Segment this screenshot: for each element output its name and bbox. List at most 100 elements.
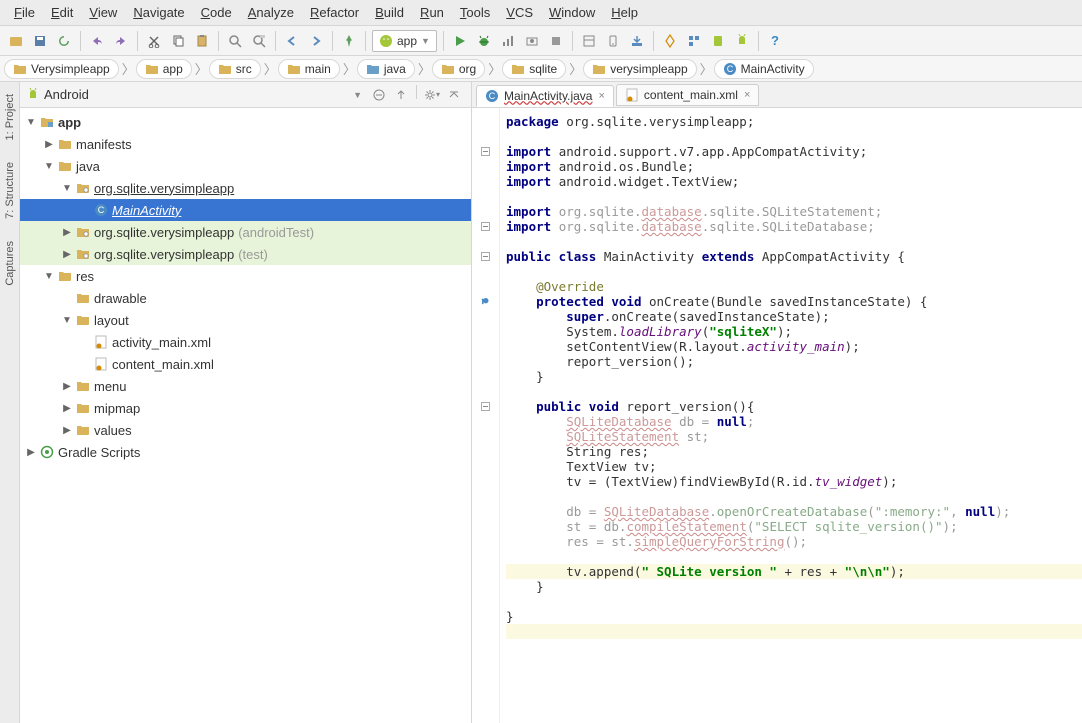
code-line[interactable]: import android.support.v7.app.AppCompatA… — [506, 144, 1082, 159]
layout-icon[interactable] — [578, 30, 600, 52]
debug-icon[interactable] — [473, 30, 495, 52]
menu-analyze[interactable]: Analyze — [240, 5, 302, 20]
tree-node-content-main-xml[interactable]: content_main.xml — [20, 353, 471, 375]
close-tab-icon[interactable]: × — [598, 90, 604, 102]
tool-tab-project[interactable]: 1: Project — [2, 86, 18, 148]
device-manager-icon[interactable] — [707, 30, 729, 52]
undo-icon[interactable] — [86, 30, 108, 52]
stop-icon[interactable] — [545, 30, 567, 52]
breadcrumb-mainactivity[interactable]: CMainActivity — [714, 59, 814, 79]
code-line[interactable]: res = st.simpleQueryForString(); — [506, 534, 1082, 549]
code-line[interactable]: package org.sqlite.verysimpleapp; — [506, 114, 1082, 129]
menu-code[interactable]: Code — [193, 5, 240, 20]
breadcrumb-app[interactable]: app — [136, 59, 192, 79]
menu-file[interactable]: File — [6, 5, 43, 20]
code-line[interactable]: import org.sqlite.database.sqlite.SQLite… — [506, 219, 1082, 234]
code-line[interactable] — [506, 489, 1082, 504]
profile-icon[interactable] — [497, 30, 519, 52]
code-line[interactable]: st = db.compileStatement("SELECT sqlite_… — [506, 519, 1082, 534]
run-config-selector[interactable]: app ▼ — [372, 30, 437, 52]
menu-run[interactable]: Run — [412, 5, 452, 20]
tree-node-mainactivity[interactable]: CMainActivity — [20, 199, 471, 221]
code-line[interactable]: @Override — [506, 279, 1082, 294]
menu-edit[interactable]: Edit — [43, 5, 81, 20]
code-line[interactable]: TextView tv; — [506, 459, 1082, 474]
copy-icon[interactable] — [167, 30, 189, 52]
breadcrumb-verysimpleapp[interactable]: Verysimpleapp — [4, 59, 119, 79]
make-icon[interactable] — [338, 30, 360, 52]
code-body[interactable]: package org.sqlite.verysimpleapp; import … — [500, 108, 1082, 723]
code-line[interactable]: super.onCreate(savedInstanceState); — [506, 309, 1082, 324]
code-line[interactable] — [506, 189, 1082, 204]
code-line[interactable]: report_version(); — [506, 354, 1082, 369]
menu-vcs[interactable]: VCS — [498, 5, 541, 20]
code-line[interactable]: setContentView(R.layout.activity_main); — [506, 339, 1082, 354]
code-line[interactable] — [506, 264, 1082, 279]
code-line[interactable]: String res; — [506, 444, 1082, 459]
code-line[interactable]: public class MainActivity extends AppCom… — [506, 249, 1082, 264]
sync-icon[interactable] — [53, 30, 75, 52]
code-line[interactable]: tv = (TextView)findViewById(R.id.tv_widg… — [506, 474, 1082, 489]
menu-view[interactable]: View — [81, 5, 125, 20]
tree-node-activity-main-xml[interactable]: activity_main.xml — [20, 331, 471, 353]
save-icon[interactable] — [29, 30, 51, 52]
sdk-manager-icon[interactable] — [626, 30, 648, 52]
code-line[interactable]: db = SQLiteDatabase.openOrCreateDatabase… — [506, 504, 1082, 519]
collapse-all-icon[interactable] — [369, 85, 389, 105]
code-editor[interactable]: ⬆● package org.sqlite.verysimpleapp;impo… — [472, 108, 1082, 723]
code-line[interactable]: SQLiteDatabase db = null; — [506, 414, 1082, 429]
code-line[interactable]: tv.append(" SQLite version " + res + "\n… — [506, 564, 1082, 579]
tool-tab-captures[interactable]: Captures — [2, 233, 18, 294]
android-logo-icon[interactable] — [731, 30, 753, 52]
code-line[interactable]: import org.sqlite.database.sqlite.SQLite… — [506, 204, 1082, 219]
find-icon[interactable] — [224, 30, 246, 52]
menu-help[interactable]: Help — [603, 5, 646, 20]
menu-refactor[interactable]: Refactor — [302, 5, 367, 20]
code-line[interactable]: protected void onCreate(Bundle savedInst… — [506, 294, 1082, 309]
tree-node-gradle-scripts[interactable]: ▶Gradle Scripts — [20, 441, 471, 463]
tree-node-layout[interactable]: ▼layout — [20, 309, 471, 331]
gradle-sync-icon[interactable] — [659, 30, 681, 52]
scroll-from-source-icon[interactable] — [391, 85, 411, 105]
tree-node-org-sqlite-verysimpleapp[interactable]: ▶org.sqlite.verysimpleapp(androidTest) — [20, 221, 471, 243]
tree-node-app[interactable]: ▼app — [20, 111, 471, 133]
settings-gear-icon[interactable]: ▾ — [422, 85, 442, 105]
code-line[interactable]: SQLiteStatement st; — [506, 429, 1082, 444]
breadcrumb-sqlite[interactable]: sqlite — [502, 59, 566, 79]
open-icon[interactable] — [5, 30, 27, 52]
menu-build[interactable]: Build — [367, 5, 412, 20]
editor-tab-content-main-xml[interactable]: content_main.xml× — [616, 84, 759, 106]
code-line[interactable]: import android.widget.TextView; — [506, 174, 1082, 189]
tree-node-menu[interactable]: ▶menu — [20, 375, 471, 397]
tool-tab-structure[interactable]: 7: Structure — [2, 154, 18, 227]
code-line[interactable] — [506, 549, 1082, 564]
replace-icon[interactable] — [248, 30, 270, 52]
code-line[interactable]: } — [506, 609, 1082, 624]
avd-manager-icon[interactable] — [602, 30, 624, 52]
back-icon[interactable] — [281, 30, 303, 52]
tree-node-values[interactable]: ▶values — [20, 419, 471, 441]
tree-node-org-sqlite-verysimpleapp[interactable]: ▶org.sqlite.verysimpleapp(test) — [20, 243, 471, 265]
attach-icon[interactable] — [521, 30, 543, 52]
code-line[interactable]: System.loadLibrary("sqliteX"); — [506, 324, 1082, 339]
editor-tab-mainactivity-java[interactable]: CMainActivity.java× — [476, 85, 614, 107]
hide-icon[interactable] — [444, 85, 464, 105]
cut-icon[interactable] — [143, 30, 165, 52]
code-line[interactable] — [506, 129, 1082, 144]
project-view-selector[interactable]: Android ▼ — [26, 87, 368, 102]
project-tree[interactable]: ▼app▶manifests▼java▼org.sqlite.verysimpl… — [20, 108, 471, 723]
forward-icon[interactable] — [305, 30, 327, 52]
code-line[interactable] — [506, 234, 1082, 249]
tree-node-mipmap[interactable]: ▶mipmap — [20, 397, 471, 419]
code-line[interactable] — [506, 624, 1082, 639]
help-icon[interactable]: ? — [764, 30, 786, 52]
code-line[interactable]: public void report_version(){ — [506, 399, 1082, 414]
code-line[interactable]: } — [506, 369, 1082, 384]
code-line[interactable]: import android.os.Bundle; — [506, 159, 1082, 174]
tree-node-res[interactable]: ▼res — [20, 265, 471, 287]
redo-icon[interactable] — [110, 30, 132, 52]
tree-node-java[interactable]: ▼java — [20, 155, 471, 177]
tree-node-manifests[interactable]: ▶manifests — [20, 133, 471, 155]
project-structure-icon[interactable] — [683, 30, 705, 52]
paste-icon[interactable] — [191, 30, 213, 52]
